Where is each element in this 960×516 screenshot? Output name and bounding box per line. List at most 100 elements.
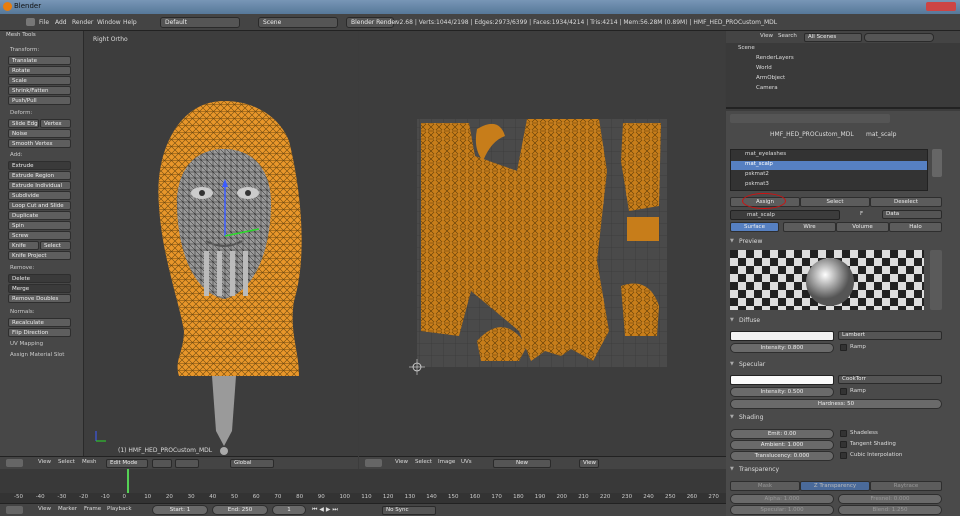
shading-selector[interactable]	[152, 459, 172, 468]
material-slot-pskmat3[interactable]: pskmat3	[731, 181, 927, 190]
trans-tab-z[interactable]: Z Transparency	[800, 481, 870, 491]
playback-menu[interactable]: Playback	[107, 506, 132, 512]
slide-edge-button[interactable]: Slide Edge	[8, 119, 39, 128]
uv-select-menu[interactable]: Select	[415, 459, 432, 465]
editor-type-icon[interactable]	[26, 18, 35, 26]
trans-tab-mask[interactable]: Mask	[730, 481, 800, 491]
sync-selector[interactable]: No Sync	[382, 506, 436, 515]
outliner-search-menu[interactable]: Search	[778, 33, 797, 39]
frame-menu[interactable]: Frame	[84, 506, 101, 512]
diffuse-shader-selector[interactable]: Lambert	[838, 331, 942, 340]
extrude-region-button[interactable]: Extrude Region	[8, 171, 71, 180]
scene-selector[interactable]: Scene	[258, 17, 338, 28]
outliner-row-world[interactable]: World	[726, 64, 960, 74]
extrude-dropdown[interactable]: Extrude	[8, 161, 71, 170]
editor-type-icon[interactable]	[6, 459, 23, 467]
trans-tab-raytrace[interactable]: Raytrace	[870, 481, 942, 491]
uv-mapping-label[interactable]: UV Mapping	[10, 341, 43, 347]
link-data-selector[interactable]: Data	[882, 210, 942, 219]
close-icon[interactable]	[926, 2, 956, 11]
material-slot-pskmat2[interactable]: pskmat2	[731, 171, 927, 180]
uv-layout[interactable]	[359, 31, 725, 456]
slide-vertex-button[interactable]: Vertex	[40, 119, 71, 128]
merge-dropdown[interactable]: Merge	[8, 284, 71, 293]
current-frame-field[interactable]: 1	[272, 505, 306, 515]
tab-surface[interactable]: Surface	[730, 222, 779, 232]
alpha-field[interactable]: Alpha: 1.000	[730, 494, 834, 504]
screw-button[interactable]: Screw	[8, 231, 71, 240]
select-menu[interactable]: Select	[58, 459, 75, 465]
translate-button[interactable]: Translate	[8, 56, 71, 65]
noise-button[interactable]: Noise	[8, 129, 71, 138]
knife-project-button[interactable]: Knife Project	[8, 251, 71, 260]
view-mode-selector[interactable]: View	[579, 459, 599, 468]
outliner-search-input[interactable]	[864, 33, 934, 42]
knife-select-button[interactable]: Select	[40, 241, 71, 250]
transparency-section-header[interactable]: Transparency	[729, 466, 949, 477]
layout-selector[interactable]: Default	[160, 17, 240, 28]
duplicate-button[interactable]: Duplicate	[8, 211, 71, 220]
diffuse-ramp-checkbox[interactable]	[840, 344, 847, 351]
timeline-view-menu[interactable]: View	[38, 506, 51, 512]
material-slot-scalp[interactable]: mat_scalp	[731, 161, 927, 170]
emit-field[interactable]: Emit: 0.00	[730, 429, 834, 439]
tab-wire[interactable]: Wire	[783, 222, 836, 232]
menu-file[interactable]: File	[39, 19, 49, 26]
flip-direction-button[interactable]: Flip Direction	[8, 328, 71, 337]
specular-shader-selector[interactable]: CookTorr	[838, 375, 942, 384]
spin-button[interactable]: Spin	[8, 221, 71, 230]
orientation-selector[interactable]: Global	[230, 459, 274, 468]
translucency-field[interactable]: Translucency: 0.000	[730, 451, 834, 461]
outliner-row-camera[interactable]: Camera	[726, 84, 960, 94]
ambient-field[interactable]: Ambient: 1.000	[730, 440, 834, 450]
rotate-button[interactable]: Rotate	[8, 66, 71, 75]
diffuse-color-swatch[interactable]	[730, 331, 834, 341]
view-menu[interactable]: View	[38, 459, 51, 465]
menu-window[interactable]: Window	[97, 19, 121, 26]
material-slot-eyelashes[interactable]: mat_eyelashes	[731, 151, 927, 160]
slot-add-remove-buttons[interactable]	[932, 149, 942, 177]
push-pull-button[interactable]: Push/Pull	[8, 96, 71, 105]
extrude-individual-button[interactable]: Extrude Individual	[8, 181, 71, 190]
pivot-selector[interactable]	[175, 459, 199, 468]
assign-material-slot-label[interactable]: Assign Material Slot	[10, 352, 64, 358]
mode-selector[interactable]: Edit Mode	[106, 459, 148, 468]
image-menu[interactable]: Image	[438, 459, 455, 465]
tangent-shading-checkbox[interactable]	[840, 441, 847, 448]
material-users-toggle[interactable]: F	[860, 211, 863, 217]
mesh-menu[interactable]: Mesh	[82, 459, 96, 465]
editor-type-icon[interactable]	[6, 506, 23, 514]
viewport-3d[interactable]: Right Ortho (1) HMF_HED_PROCustom_MDL	[84, 31, 358, 456]
specular-ramp-checkbox[interactable]	[840, 388, 847, 395]
specular-section-header[interactable]: Specular	[729, 361, 949, 372]
delete-dropdown[interactable]: Delete	[8, 274, 71, 283]
editor-type-icon[interactable]	[365, 459, 382, 467]
cubic-interpolation-checkbox[interactable]	[840, 452, 847, 459]
start-frame-field[interactable]: Start: 1	[152, 505, 208, 515]
scale-button[interactable]: Scale	[8, 76, 71, 85]
properties-context-tabs[interactable]	[730, 114, 890, 123]
diffuse-intensity-slider[interactable]: Intensity: 0.800	[730, 343, 834, 353]
hardness-field[interactable]: Hardness: 50	[730, 399, 942, 409]
playback-controls[interactable]: ⏮ ◀ ▶ ⏭	[312, 506, 338, 514]
blend-field[interactable]: Blend: 1.250	[838, 505, 942, 515]
timeline[interactable]: -50 -40 -30 -20 -10 0 10 20 30 40 50 60 70 80 90 100 110…	[0, 469, 741, 503]
smooth-vertex-button[interactable]: Smooth Vertex	[8, 139, 71, 148]
specular-intensity-slider[interactable]: Intensity: 0.500	[730, 387, 834, 397]
select-button[interactable]: Select	[800, 197, 870, 207]
outliner-row-armobject[interactable]: ArmObject	[726, 74, 960, 84]
specular-color-swatch[interactable]	[730, 375, 834, 385]
specular-alpha-field[interactable]: Specular: 1.000	[730, 505, 834, 515]
uv-editor[interactable]	[359, 31, 725, 456]
scene-filter-selector[interactable]: All Scenes	[804, 33, 862, 42]
material-slot-list[interactable]: mat_eyelashes mat_scalp pskmat2 pskmat3	[730, 149, 928, 191]
uv-view-menu[interactable]: View	[395, 459, 408, 465]
new-image-button[interactable]: New	[493, 459, 551, 468]
preview-section-header[interactable]: Preview	[729, 238, 949, 249]
material-name-field[interactable]: mat_scalp	[730, 210, 840, 220]
loop-cut-button[interactable]: Loop Cut and Slide	[8, 201, 71, 210]
shrink-fatten-button[interactable]: Shrink/Fatten	[8, 86, 71, 95]
render-engine-selector[interactable]: Blender Render	[346, 17, 398, 28]
tab-halo[interactable]: Halo	[889, 222, 942, 232]
knife-button[interactable]: Knife	[8, 241, 39, 250]
